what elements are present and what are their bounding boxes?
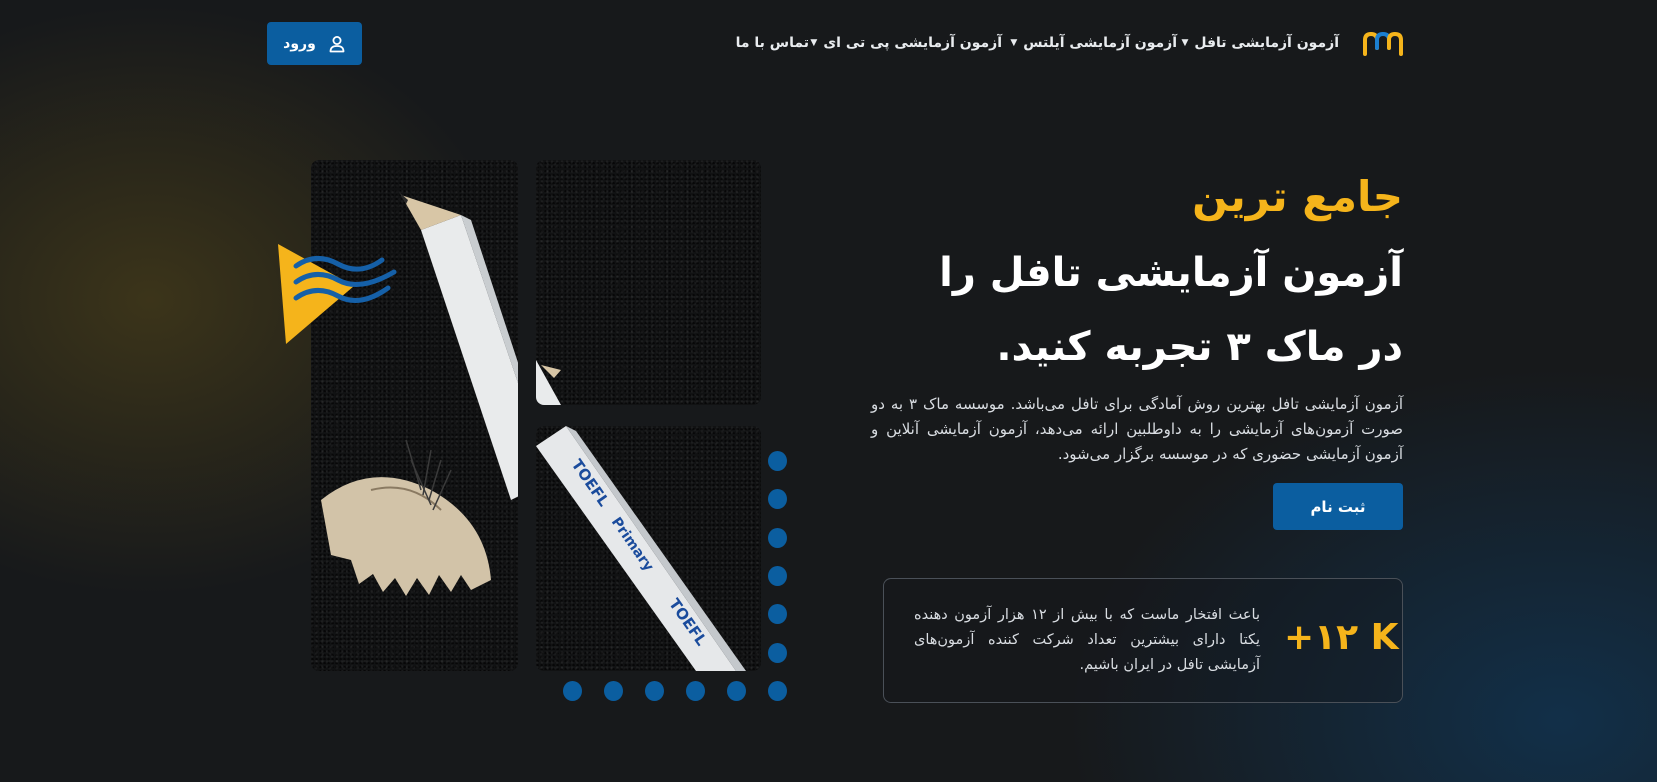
- login-button[interactable]: ورود: [267, 22, 362, 65]
- triangle-waves-decoration: [278, 244, 397, 344]
- decor-dot: [768, 489, 787, 509]
- decor-dot: [768, 643, 787, 663]
- decor-dot: [768, 604, 787, 624]
- nav-pte[interactable]: آزمون آزمایشی پی تی ای ▼: [810, 32, 1002, 54]
- hero-title: آزمون آزمایشی تافل را در ماک ۳ تجربه کنی…: [939, 250, 1403, 370]
- user-icon: [329, 35, 345, 52]
- stats-number: +۱۲ K: [1284, 617, 1399, 658]
- hero-accent-title: جامع ترین: [1192, 172, 1403, 221]
- nav-ielts-label: آزمون آزمایشی آیلتس: [1023, 35, 1177, 51]
- decor-dot: [768, 681, 787, 701]
- stats-card: +۱۲ K باعث افتخار ماست که با بیش از ۱۲ ه…: [883, 578, 1403, 703]
- decor-dot: [563, 681, 582, 701]
- stats-text: باعث افتخار ماست که با بیش از ۱۲ هزار آز…: [914, 607, 1260, 673]
- nav-contact[interactable]: تماس با ما: [736, 32, 809, 54]
- nav-ielts[interactable]: آزمون آزمایشی آیلتس ▼: [1010, 32, 1177, 54]
- hero-description: آزمون آزمایشی تافل بهترین روش آمادگی برا…: [871, 395, 1403, 463]
- texture-image: [536, 160, 761, 405]
- decor-dot: [686, 681, 705, 701]
- register-button[interactable]: ثبت نام: [1273, 483, 1403, 530]
- login-label: ورود: [283, 35, 316, 52]
- decor-dot: [604, 681, 623, 701]
- site-header: آزمون آزمایشی تافل ▼ آزمون آزمایشی آیلتس…: [0, 0, 1657, 90]
- decor-dot: [768, 528, 787, 548]
- caret-down-icon: ▼: [1181, 38, 1189, 48]
- decor-dot: [645, 681, 664, 701]
- mac-logo-icon[interactable]: [1362, 30, 1404, 56]
- caret-down-icon: ▼: [810, 38, 818, 48]
- decor-dot: [727, 681, 746, 701]
- nav-toefl[interactable]: آزمون آزمایشی تافل ▼: [1181, 32, 1339, 54]
- nav-pte-label: آزمون آزمایشی پی تی ای: [823, 35, 1002, 51]
- decor-dot: [768, 451, 787, 471]
- decor-dot: [768, 566, 787, 586]
- caret-down-icon: ▼: [1010, 38, 1018, 48]
- nav-contact-label: تماس با ما: [735, 35, 809, 51]
- toefl-pencil-image: TOEFL Primary TOEFL: [536, 426, 761, 671]
- nav-toefl-label: آزمون آزمایشی تافل: [1194, 35, 1339, 51]
- pencil-tip-image: [311, 160, 518, 671]
